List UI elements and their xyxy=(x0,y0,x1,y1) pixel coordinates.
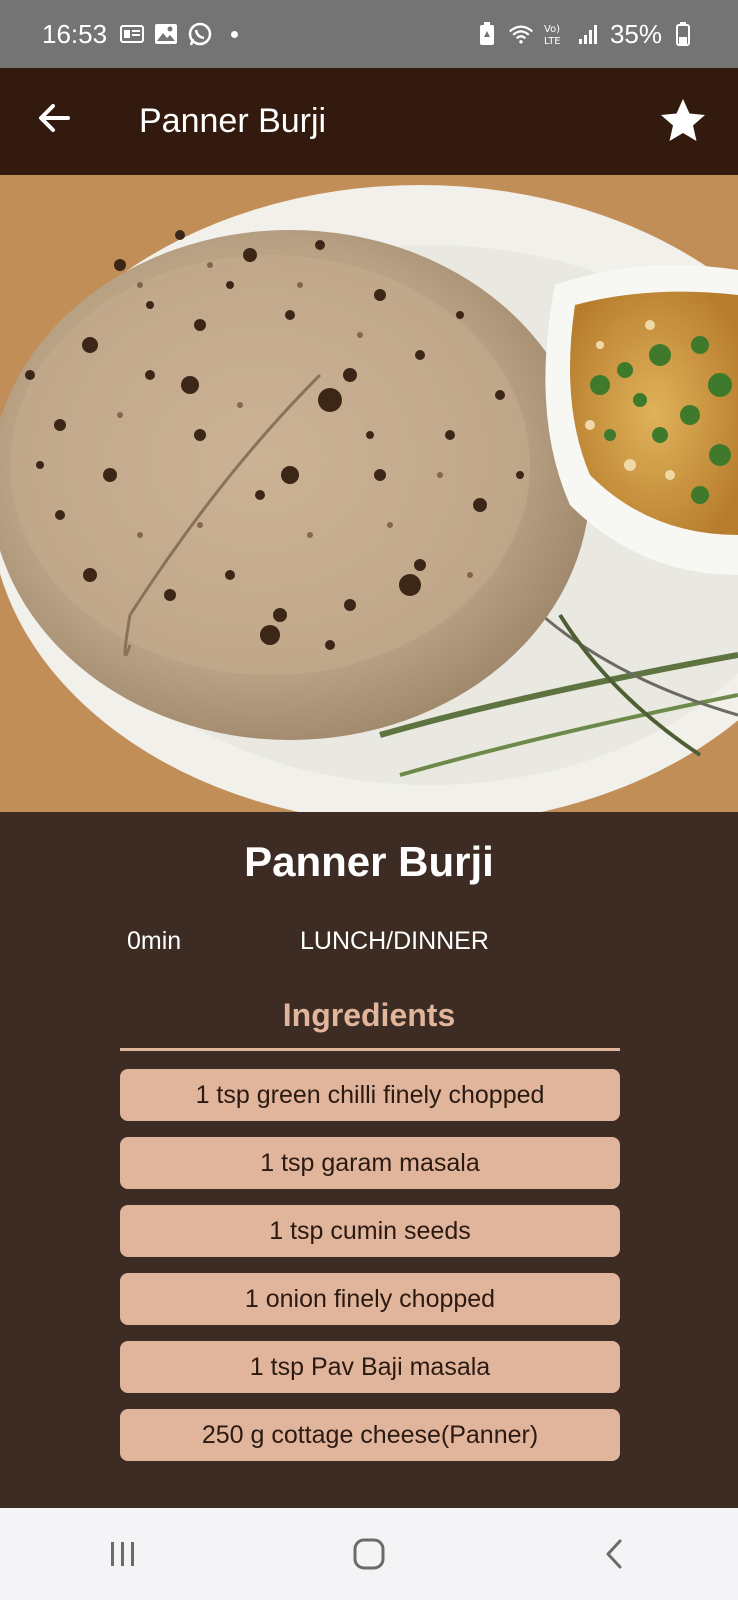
system-back-button[interactable] xyxy=(585,1524,645,1584)
system-icons: Vo) LTE 35% xyxy=(474,19,696,50)
notification-icons xyxy=(119,21,239,47)
more-notifications-dot xyxy=(231,30,239,38)
ingredients-heading: Ingredients xyxy=(282,997,456,1033)
recipe-category: LUNCH/DINNER xyxy=(300,927,489,955)
ingredients-divider xyxy=(120,1048,620,1051)
ingredient-item: 1 tsp green chilli finely chopped xyxy=(120,1069,620,1121)
ingredient-item: 1 onion finely chopped xyxy=(120,1273,620,1325)
ingredient-item: 1 tsp cumin seeds xyxy=(120,1205,620,1257)
recipe-details: Panner Burji 0min LUNCH/DINNER Ingredien… xyxy=(0,812,738,1508)
wifi-icon xyxy=(508,21,534,47)
home-icon xyxy=(353,1538,385,1570)
favorite-button[interactable] xyxy=(657,95,709,147)
status-time: 16:53 xyxy=(42,18,108,49)
battery-percent: 35% xyxy=(609,18,662,49)
svg-text:LTE: LTE xyxy=(544,36,561,47)
ingredient-item: 1 tsp garam masala xyxy=(120,1137,620,1189)
signal-icon xyxy=(576,21,602,47)
app-notification-icon xyxy=(119,21,145,47)
svg-text:Vo): Vo) xyxy=(544,24,560,35)
ingredient-item: 250 g cottage cheese(Panner) xyxy=(120,1409,620,1461)
recipe-image xyxy=(0,175,738,812)
system-nav-bar xyxy=(0,1508,738,1600)
chevron-left-icon xyxy=(606,1539,622,1569)
gallery-icon xyxy=(153,21,179,47)
battery-saver-icon xyxy=(474,21,500,47)
recents-icon xyxy=(111,1542,134,1566)
battery-icon xyxy=(670,21,696,47)
recents-button[interactable] xyxy=(93,1524,153,1584)
ingredient-item: 1 tsp Pav Baji masala xyxy=(120,1341,620,1393)
whatsapp-icon xyxy=(187,21,213,47)
app-bar: Panner Burji xyxy=(0,68,738,175)
arrow-left-icon xyxy=(39,104,70,132)
recipe-time: 0min xyxy=(127,927,182,955)
star-icon xyxy=(661,99,705,141)
status-bar: 16:53 Vo) LTE 35% xyxy=(0,0,738,68)
ingredients-list: 1 tsp green chilli finely chopped 1 tsp … xyxy=(120,1069,620,1477)
home-button[interactable] xyxy=(339,1524,399,1584)
app-bar-title: Panner Burji xyxy=(139,102,327,140)
recipe-title: Panner Burji xyxy=(244,838,494,885)
volte-icon: Vo) LTE xyxy=(542,21,568,47)
back-button[interactable] xyxy=(34,98,74,138)
